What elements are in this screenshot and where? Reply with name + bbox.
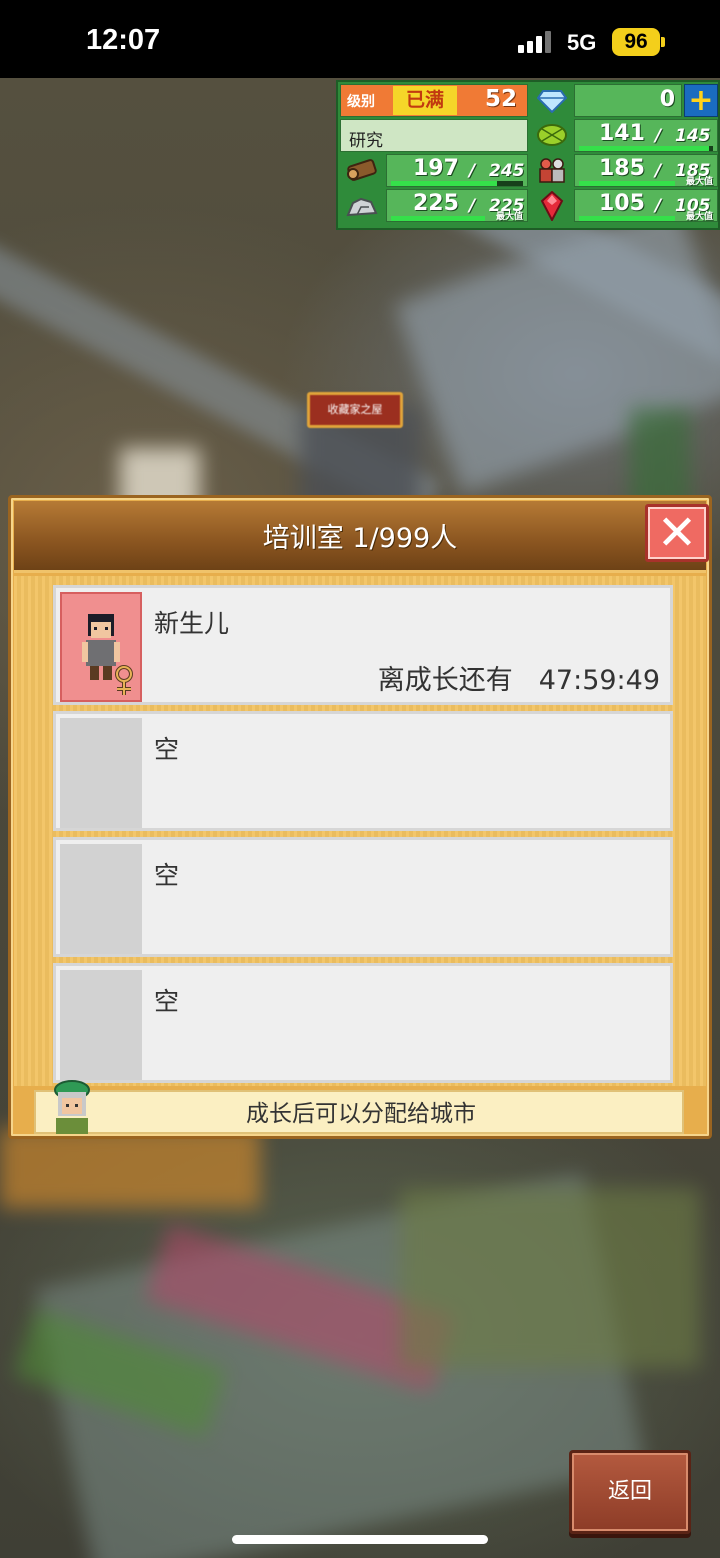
training-room-dialog: 培训室 1/999人 ✕ 新生儿 离成长还有 47:59:49 空 空 空 成长… <box>8 495 712 1139</box>
people-bar <box>579 181 675 186</box>
ruby-separator: / <box>655 196 662 216</box>
female-symbol-icon <box>115 665 133 695</box>
wood-cell: 197 / 245 <box>386 154 528 187</box>
trainee-name: 新生儿 <box>154 609 230 638</box>
dialog-body: 新生儿 离成长还有 47:59:49 空 空 空 <box>14 576 706 1086</box>
trainee-slot[interactable]: 新生儿 离成长还有 47:59:49 <box>53 585 673 705</box>
stone-cell: 225 / 225 最大值 <box>386 189 528 222</box>
diamond-icon <box>534 84 570 118</box>
growth-countdown-label: 离成长还有 <box>377 665 513 696</box>
stone-separator: / <box>469 196 476 216</box>
growth-countdown: 离成长还有 47:59:49 <box>378 658 660 697</box>
building-sign-collector-house[interactable]: 收藏家之屋 <box>307 392 403 428</box>
close-button[interactable]: ✕ <box>645 504 709 562</box>
gems-value: 0 <box>659 87 675 112</box>
close-icon: ✕ <box>656 505 698 561</box>
wood-bar <box>391 181 523 186</box>
hint-text: 成长后可以分配给城市 <box>246 1101 476 1127</box>
stone-current: 225 <box>413 191 459 216</box>
food-bar <box>579 146 713 151</box>
people-cell: 185 / 185 最大值 <box>574 154 718 187</box>
empty-portrait <box>60 844 142 954</box>
stone-icon <box>344 189 380 223</box>
level-panel: 级别 已满 52 <box>340 84 528 117</box>
empty-slot[interactable]: 空 <box>53 963 673 1083</box>
empty-slot[interactable]: 空 <box>53 837 673 957</box>
battery-icon: 96 <box>612 28 660 56</box>
home-indicator[interactable] <box>232 1535 488 1544</box>
hint-bar: 成长后可以分配给城市 <box>34 1080 684 1134</box>
empty-portrait <box>60 970 142 1080</box>
level-label: 级别 <box>347 94 375 110</box>
empty-slot[interactable]: 空 <box>53 711 673 831</box>
people-separator: / <box>655 161 662 181</box>
status-bar: 12:07 5G 96 <box>0 0 720 78</box>
food-separator: / <box>655 126 662 146</box>
add-gems-button[interactable]: + <box>684 84 718 117</box>
food-bar-fill <box>579 146 709 151</box>
ruby-bar-fill <box>579 216 675 221</box>
grain-icon <box>534 118 570 152</box>
cellular-signal-icon <box>518 31 554 53</box>
back-button[interactable]: 返回 <box>569 1450 691 1534</box>
empty-slot-label: 空 <box>154 861 180 890</box>
stone-bar <box>391 216 485 221</box>
dialog-header: 培训室 1/999人 <box>14 501 706 573</box>
battery-tip <box>661 37 665 47</box>
ruby-max-tag: 最大值 <box>685 212 713 222</box>
people-max-tag: 最大值 <box>685 177 713 187</box>
empty-slot-label: 空 <box>154 735 180 764</box>
advisor-avatar-icon <box>54 1080 90 1134</box>
status-time: 12:07 <box>86 24 161 56</box>
population-icon <box>534 153 570 187</box>
wood-separator: / <box>469 161 476 181</box>
stone-bar-fill <box>391 216 485 221</box>
research-cell[interactable]: 研究 <box>340 119 528 152</box>
growth-countdown-value: 47:59:49 <box>538 665 660 696</box>
gems-cell: 0 <box>574 84 682 117</box>
level-max-badge: 已满 <box>393 86 457 115</box>
ruby-cell: 105 / 105 最大值 <box>574 189 718 222</box>
people-current: 185 <box>599 156 645 181</box>
people-bar-fill <box>579 181 675 186</box>
food-max: 145 <box>675 126 711 146</box>
food-cell: 141 / 145 <box>574 119 718 152</box>
wood-max: 245 <box>489 161 525 181</box>
ruby-icon <box>534 189 570 223</box>
trainee-portrait <box>60 592 142 702</box>
ruby-bar <box>579 216 675 221</box>
stone-max-tag: 最大值 <box>495 212 523 222</box>
battery-level: 96 <box>624 30 648 53</box>
wood-bar-fill <box>391 181 497 186</box>
ruby-current: 105 <box>599 191 645 216</box>
research-label: 研究 <box>349 131 383 151</box>
network-type: 5G <box>567 30 597 55</box>
resource-hud: 级别 已满 52 0 + 研究 141 / 145 197 / 245 185 … <box>336 80 720 230</box>
empty-portrait <box>60 718 142 828</box>
empty-slot-label: 空 <box>154 987 180 1016</box>
baby-character-icon <box>82 614 133 695</box>
wood-log-icon <box>344 153 380 187</box>
wood-current: 197 <box>413 156 459 181</box>
dialog-title: 培训室 1/999人 <box>262 523 458 554</box>
level-value: 52 <box>484 86 517 112</box>
food-current: 141 <box>599 121 645 146</box>
